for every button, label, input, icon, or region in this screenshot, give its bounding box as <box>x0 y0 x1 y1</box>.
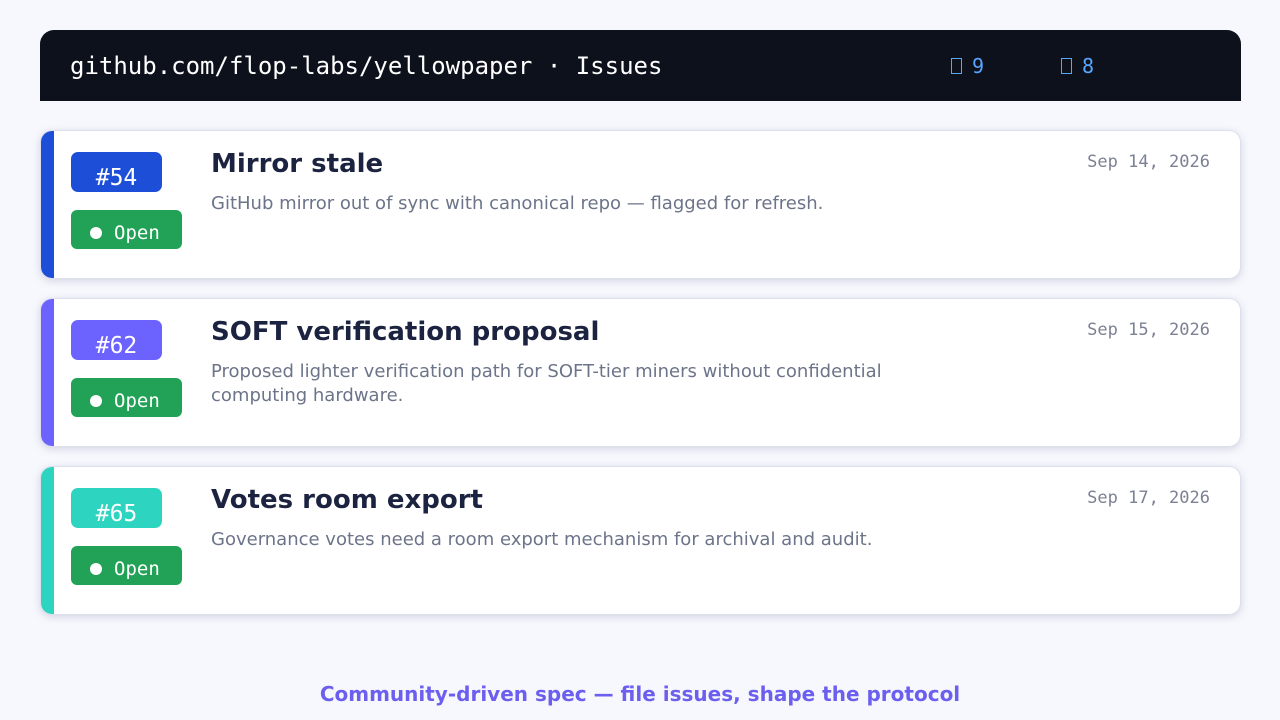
issue-accent-bar <box>41 131 54 278</box>
comments-count[interactable]: 8 <box>1061 50 1094 82</box>
issue-state-label: Open <box>114 390 160 412</box>
issue-date: Sep 17, 2026 <box>1087 488 1210 508</box>
open-issues-count[interactable]: 9 <box>951 50 984 82</box>
issue-date: Sep 14, 2026 <box>1087 152 1210 172</box>
issue-card-54[interactable]: #54 Open Mirror stale GitHub mirror out … <box>40 130 1241 279</box>
issues-header: github.com/flop-labs/yellowpaper · Issue… <box>40 30 1241 101</box>
issue-date: Sep 15, 2026 <box>1087 320 1210 340</box>
issue-number-badge[interactable]: #54 <box>71 152 162 192</box>
issue-accent-bar <box>41 299 54 446</box>
issue-state-label: Open <box>114 222 160 244</box>
repo-issues-title[interactable]: github.com/flop-labs/yellowpaper · Issue… <box>70 50 662 82</box>
issue-description: GitHub mirror out of sync with canonical… <box>211 193 824 214</box>
open-dot-icon <box>90 395 102 407</box>
open-dot-icon <box>90 227 102 239</box>
issue-number-badge[interactable]: #65 <box>71 488 162 528</box>
issue-card-62[interactable]: #62 Open SOFT verification proposal Prop… <box>40 298 1241 447</box>
issue-title[interactable]: Votes room export <box>211 485 483 515</box>
issue-state-badge: Open <box>71 546 182 585</box>
open-issues-count-value: 9 <box>972 54 985 78</box>
issue-number-badge[interactable]: #62 <box>71 320 162 360</box>
issue-description: Governance votes need a room export mech… <box>211 529 873 550</box>
comments-count-value: 8 <box>1082 54 1095 78</box>
issue-state-badge: Open <box>71 210 182 249</box>
issue-accent-bar <box>41 467 54 614</box>
open-dot-icon <box>90 563 102 575</box>
issue-card-65[interactable]: #65 Open Votes room export Governance vo… <box>40 466 1241 615</box>
issue-description: Proposed lighter verification path for S… <box>211 361 882 406</box>
issue-state-label: Open <box>114 558 160 580</box>
footer-tagline: Community-driven spec — file issues, sha… <box>319 682 961 706</box>
issue-icon <box>951 58 962 74</box>
issue-state-badge: Open <box>71 378 182 417</box>
comment-icon <box>1061 58 1072 74</box>
issue-title[interactable]: Mirror stale <box>211 149 383 179</box>
issue-title[interactable]: SOFT verification proposal <box>211 317 599 347</box>
